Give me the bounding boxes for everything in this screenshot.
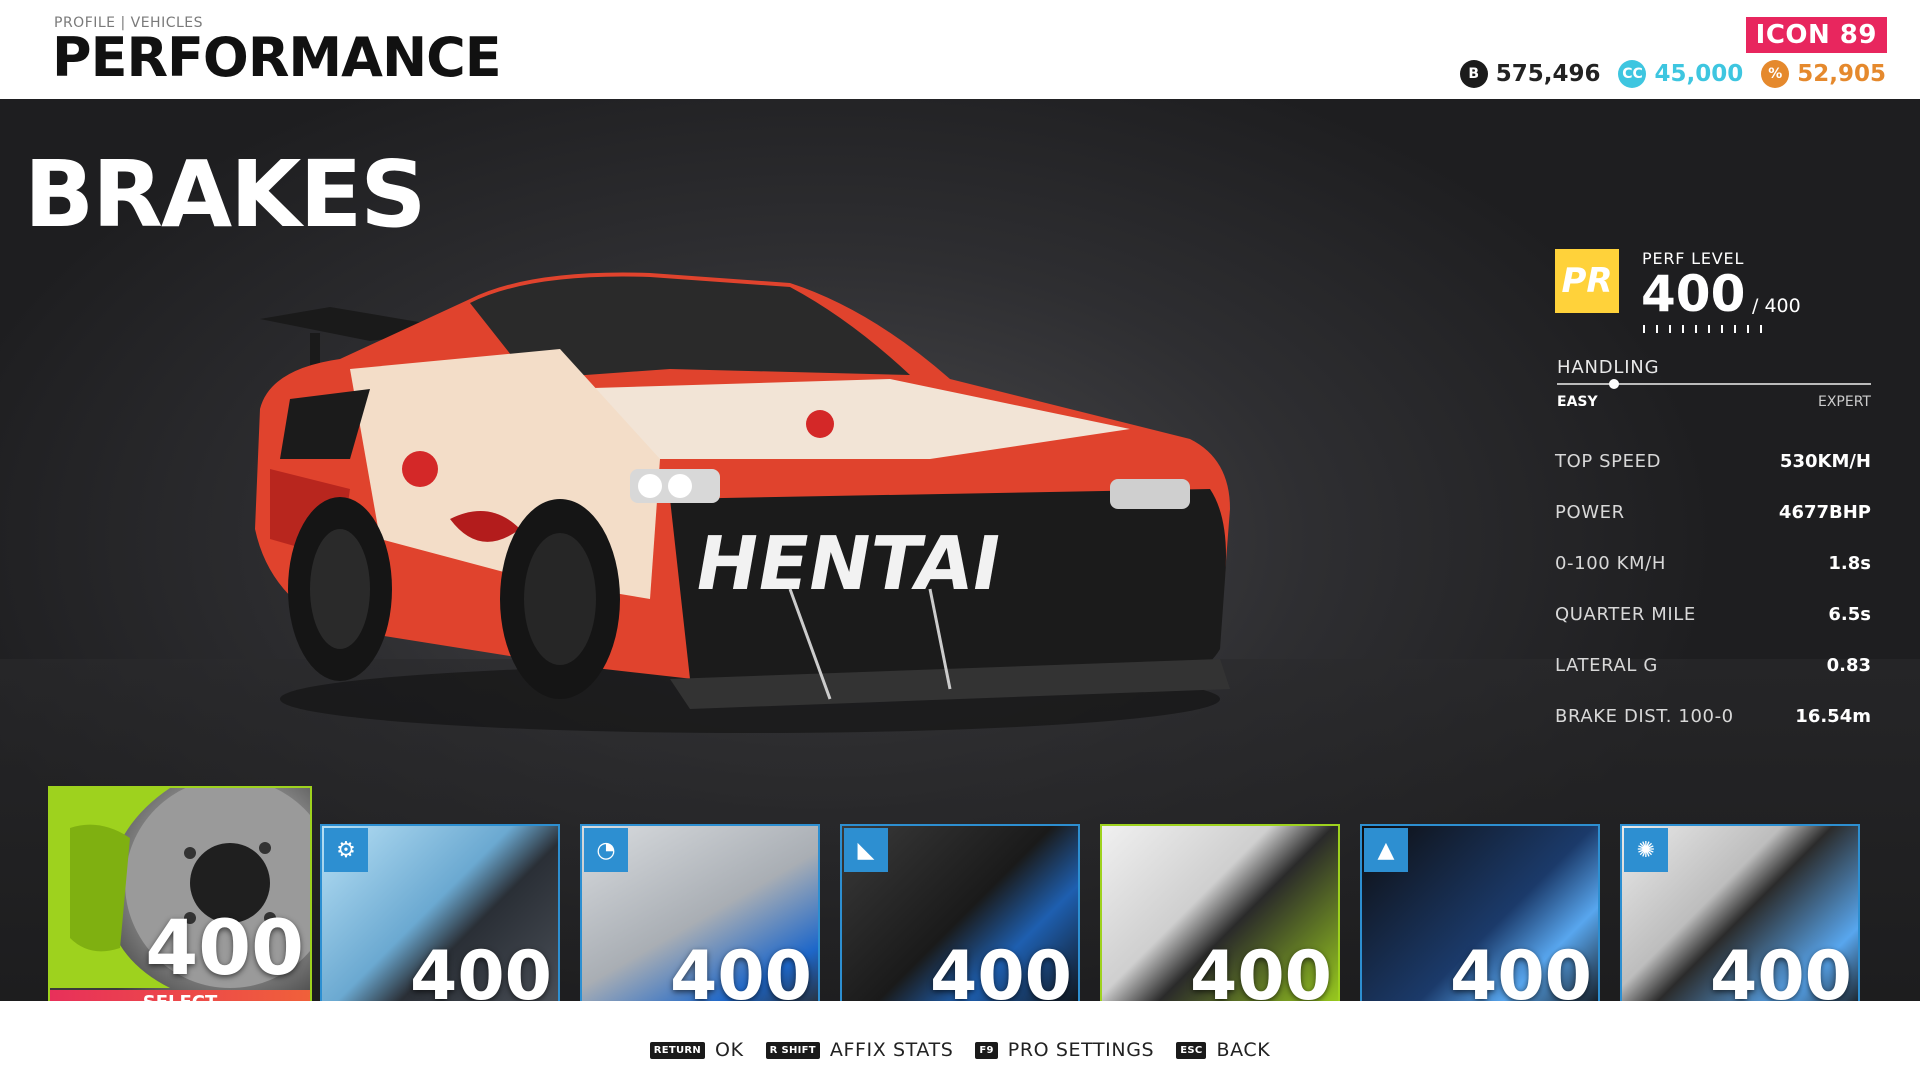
part-card-brakes[interactable]: 400 SELECT: [48, 786, 312, 1018]
part-card-transmission[interactable]: ⚙ 400: [320, 824, 560, 1014]
hint-pro-settings[interactable]: F9 PRO SETTINGS: [975, 1039, 1154, 1061]
stat-name: 0-100 KM/H: [1555, 553, 1666, 574]
hint-affix-stats[interactable]: R SHIFT AFFIX STATS: [765, 1039, 954, 1061]
stat-name: BRAKE DIST. 100-0: [1555, 706, 1734, 727]
tire-icon: ✺: [1624, 828, 1668, 872]
stat-value: 0.83: [1826, 655, 1871, 676]
key-return: RETURN: [649, 1041, 706, 1059]
bucks-icon: B: [1459, 60, 1488, 88]
spring-icon: ▲: [1364, 828, 1408, 872]
stat-name: LATERAL G: [1555, 655, 1658, 676]
stat-value: 16.54m: [1795, 706, 1871, 727]
stat-row-power: POWER 4677BHP: [1555, 502, 1871, 523]
part-card-suspension[interactable]: ▲ 400: [1360, 824, 1600, 1014]
gear-icon: ⚙: [324, 828, 368, 872]
hint-back[interactable]: ESC BACK: [1176, 1039, 1270, 1061]
stat-row-brake-distance: BRAKE DIST. 100-0 16.54m: [1555, 706, 1871, 727]
part-value: 400: [145, 903, 304, 992]
handling-easy-label: EASY: [1557, 394, 1598, 410]
stat-row-top-speed: TOP SPEED 530KM/H: [1555, 451, 1871, 472]
stat-row-acceleration: 0-100 KM/H 1.8s: [1555, 553, 1871, 574]
currency-bucks: B 575,496: [1459, 60, 1601, 88]
top-header: PROFILE | VEHICLES PERFORMANCE ICON 89 B…: [0, 0, 1920, 99]
stat-value: 530KM/H: [1779, 451, 1871, 472]
stat-value: 6.5s: [1828, 604, 1871, 625]
footer-hints-bar: RETURN OK R SHIFT AFFIX STATS F9 PRO SET…: [0, 1001, 1920, 1080]
coins-value: 52,905: [1797, 61, 1886, 87]
hint-label: OK: [715, 1039, 744, 1061]
livery-text: HENTAI: [689, 521, 1008, 607]
key-esc: ESC: [1176, 1041, 1207, 1059]
handling-track: [1557, 383, 1871, 385]
rank-badge: ICON 89: [1745, 17, 1887, 53]
currency-coins: % 52,905: [1761, 60, 1886, 88]
stat-name: POWER: [1555, 502, 1625, 523]
perf-level-ticks: [1643, 325, 1773, 333]
handling-label: HANDLING: [1557, 357, 1660, 378]
stat-value: 4677BHP: [1778, 502, 1871, 523]
part-card-tires[interactable]: ✺ 400: [1620, 824, 1860, 1014]
currency-crew-credits: CC 45,000: [1618, 60, 1743, 88]
key-rshift: R SHIFT: [765, 1041, 820, 1059]
stat-value: 1.8s: [1828, 553, 1871, 574]
section-title: BRAKES: [24, 141, 427, 248]
hint-label: BACK: [1216, 1039, 1271, 1061]
turbo-icon: ◣: [844, 828, 888, 872]
parts-carousel: 400 SELECT ⚙ 400 ◔ 400 ◣ 400 400 ▲ 400 ✺…: [0, 786, 1920, 1018]
coin-icon: %: [1761, 60, 1790, 88]
crew-credits-icon: CC: [1618, 60, 1647, 88]
stat-name: TOP SPEED: [1555, 451, 1662, 472]
part-card-air-filter[interactable]: ◣ 400: [840, 824, 1080, 1014]
part-card-exhaust[interactable]: 400: [1100, 824, 1340, 1014]
stat-name: QUARTER MILE: [1555, 604, 1696, 625]
handling-expert-label: EXPERT: [1818, 394, 1871, 410]
crew-credits-value: 45,000: [1654, 61, 1744, 87]
hint-ok[interactable]: RETURN OK: [649, 1039, 744, 1061]
hint-label: AFFIX STATS: [829, 1039, 954, 1061]
car-illustration: HENTAI: [255, 272, 1230, 733]
gauge-icon: ◔: [584, 828, 628, 872]
perf-level-max: / 400: [1752, 295, 1801, 317]
perf-logo-icon: PR: [1555, 249, 1619, 313]
page-title: PERFORMANCE: [52, 26, 502, 89]
handling-indicator: [1608, 379, 1619, 389]
key-f9: F9: [975, 1041, 998, 1059]
perf-level-value: 400: [1641, 265, 1746, 323]
stat-row-lateral-g: LATERAL G 0.83: [1555, 655, 1871, 676]
stat-row-quarter-mile: QUARTER MILE 6.5s: [1555, 604, 1871, 625]
bucks-value: 575,496: [1495, 61, 1601, 87]
currency-bar: B 575,496 CC 45,000 % 52,905: [1459, 60, 1886, 88]
hint-label: PRO SETTINGS: [1007, 1039, 1155, 1061]
part-card-ecu[interactable]: ◔ 400: [580, 824, 820, 1014]
